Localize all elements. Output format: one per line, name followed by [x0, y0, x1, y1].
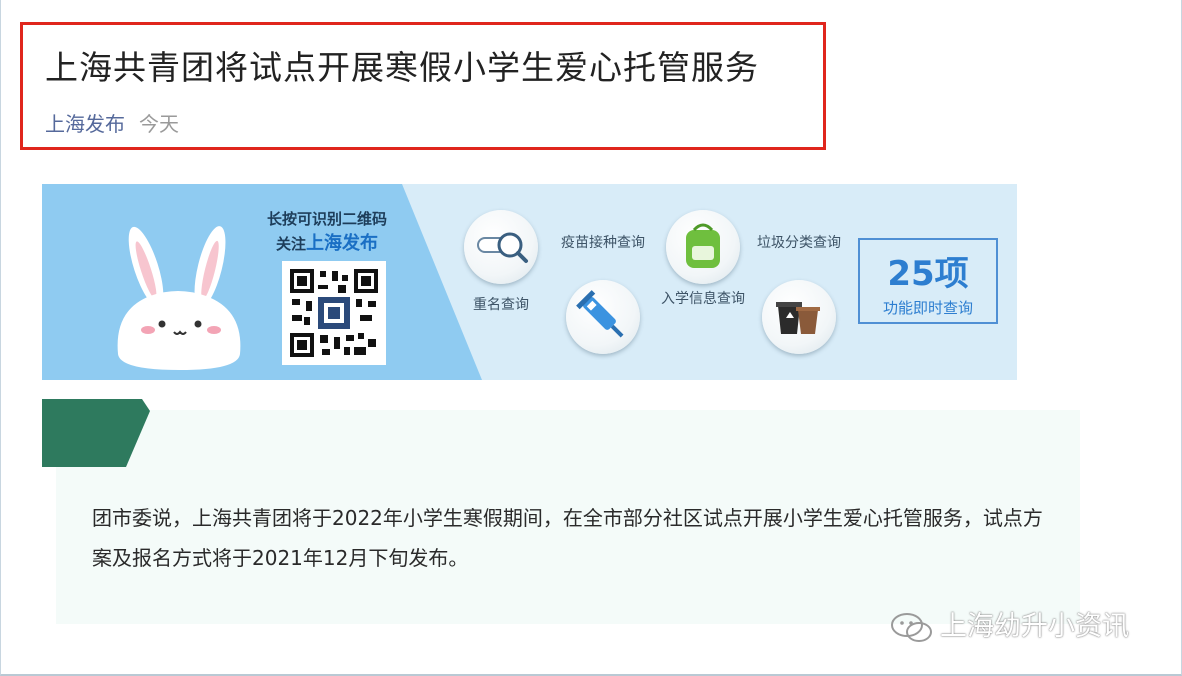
trash-bins-icon — [776, 302, 820, 334]
feature-label-trash: 垃圾分类查询 — [757, 235, 841, 251]
qr-caption-line1: 长按可识别二维码 — [266, 210, 387, 228]
backpack-icon — [686, 223, 720, 268]
qr-caption-highlight: 上海发布 — [306, 233, 378, 254]
source-link[interactable]: 上海发布 — [45, 112, 125, 136]
feature-label-vaccine: 疫苗接种查询 — [561, 235, 645, 251]
promo-banner[interactable]: 长按可识别二维码 关注上海发布 重名查询 疫苗接种查询 入学信息查询 垃圾分类查… — [42, 184, 1017, 380]
feature-count-box: 25项 功能即时查询 — [858, 238, 998, 324]
article-meta: 上海发布 今天 — [45, 108, 179, 137]
qr-caption-line2: 关注上海发布 — [247, 229, 407, 255]
feature-count-subtitle: 功能即时查询 — [882, 299, 973, 317]
qr-caption: 长按可识别二维码 关注上海发布 — [247, 208, 407, 255]
green-corner-decoration — [42, 399, 150, 467]
publish-time: 今天 — [139, 112, 179, 136]
vaccine-check-button[interactable] — [566, 280, 640, 354]
article-title: 上海共青团将试点开展寒假小学生爱心托管服务 — [45, 48, 759, 87]
magnifier-icon — [477, 232, 528, 263]
feature-count-number: 25项 — [887, 254, 969, 294]
school-info-button[interactable] — [666, 210, 740, 284]
feature-label-name: 重名查询 — [473, 297, 529, 313]
feature-label-school: 入学信息查询 — [661, 291, 745, 307]
title-highlight-box: 上海共青团将试点开展寒假小学生爱心托管服务 上海发布 今天 — [20, 22, 826, 150]
watermark-text: 上海幼升小资讯 — [940, 611, 1129, 642]
syringe-icon — [576, 290, 624, 338]
trash-sort-button[interactable] — [762, 280, 836, 354]
name-check-button[interactable] — [464, 210, 538, 284]
article-paragraph: 团市委说，上海共青团将于2022年小学生寒假期间，在全市部分社区试点开展小学生爱… — [92, 506, 1043, 570]
watermark: 上海幼升小资讯 — [890, 604, 1129, 644]
wechat-icon — [891, 612, 932, 642]
qr-caption-prefix: 关注 — [275, 235, 306, 253]
bunny-mascot-icon — [117, 226, 241, 370]
qr-code[interactable] — [282, 261, 386, 365]
